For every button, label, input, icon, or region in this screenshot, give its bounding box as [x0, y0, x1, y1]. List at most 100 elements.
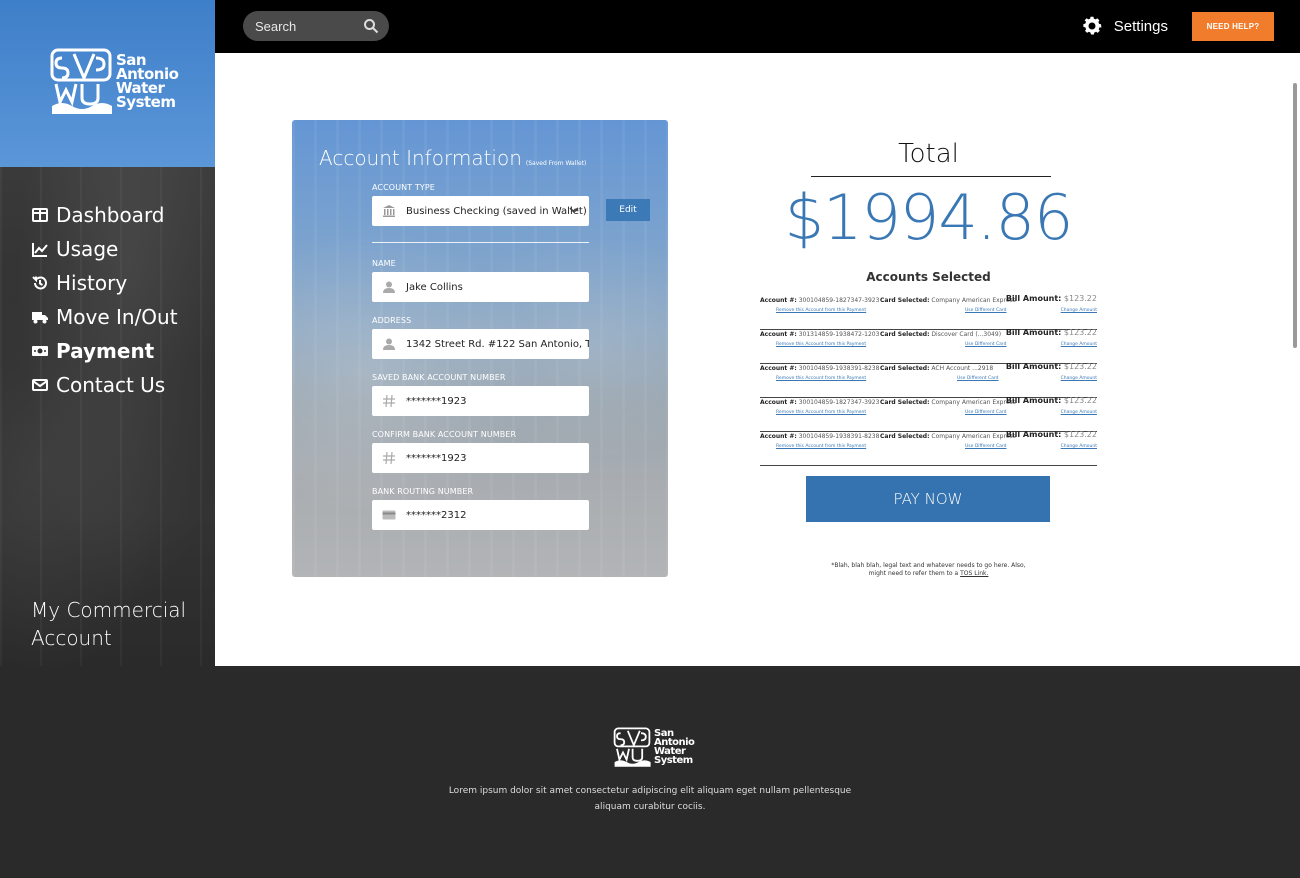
account-label-line-2: Account	[31, 626, 112, 650]
need-help-button[interactable]: NEED HELP?	[1192, 12, 1274, 41]
remove-account-link[interactable]: Remove this Account from this Payment	[776, 342, 866, 347]
main-content: Account Information (Saved From Wallet) A…	[215, 53, 1300, 666]
hash-icon	[382, 394, 396, 408]
name-label: NAME	[372, 259, 396, 268]
total-underline	[811, 176, 1051, 177]
remove-account-link[interactable]: Remove this Account from this Payment	[776, 444, 866, 449]
tos-link[interactable]: TOS Link.	[960, 570, 988, 577]
footer-text: Lorem ipsum dolor sit amet consectetur a…	[0, 783, 1300, 815]
footer-logo-text: San Antonio Water System	[654, 729, 695, 766]
envelope-icon	[32, 377, 48, 393]
bank-icon	[382, 204, 396, 218]
account-row: Account #: 300104859-1827347-3923 Card S…	[760, 294, 1097, 330]
form-divider	[372, 242, 589, 243]
sidebar-item-history[interactable]: History	[32, 266, 178, 300]
search-icon[interactable]	[363, 18, 379, 34]
logo-text: San Antonio Water System	[116, 53, 179, 111]
bill-amount: Bill Amount: $123.22	[1005, 294, 1097, 303]
sidebar-item-dashboard[interactable]: Dashboard	[32, 198, 178, 232]
use-different-card-link[interactable]: Use Different Card	[965, 308, 1007, 313]
settings-label: Settings	[1113, 17, 1168, 35]
routing-field[interactable]: *******2312	[372, 500, 589, 530]
name-field[interactable]: Jake Collins	[372, 272, 589, 302]
bill-amount: Bill Amount: $123.22	[1005, 430, 1097, 439]
settings-button[interactable]: Settings	[1080, 14, 1168, 38]
total-amount: $1994.86	[784, 181, 1074, 254]
card-selected: Card Selected: Company American Express	[880, 433, 1016, 440]
footer-line-1: Lorem ipsum dolor sit amet consectetur a…	[448, 786, 852, 796]
card-subtitle: (Saved From Wallet)	[525, 160, 587, 167]
use-different-card-link[interactable]: Use Different Card	[957, 376, 999, 381]
confirm-bank-field[interactable]: *******1923	[372, 443, 589, 473]
logo-line-4: System	[654, 755, 693, 766]
sidebar-item-move[interactable]: Move In/Out	[32, 300, 178, 334]
account-type-select[interactable]: Business Checking (saved in Wallet)	[372, 196, 589, 226]
sidebar-item-usage[interactable]: Usage	[32, 232, 178, 266]
card-title: Account Information (Saved From Wallet)	[319, 146, 586, 170]
accounts-selected-heading: Accounts Selected	[866, 270, 991, 284]
search-box	[243, 11, 389, 41]
sidebar: San Antonio Water System Dashboard Usage…	[0, 0, 215, 666]
footer-line-2: aliquam curabitur cociis.	[594, 802, 706, 812]
legal-line-2: might need to refer them to a TOS Link.	[868, 570, 989, 577]
account-number: Account #: 300104859-1827347-3923	[760, 399, 880, 406]
edit-button[interactable]: Edit	[606, 199, 650, 221]
address-value: 1342 Street Rd. #122 San Antonio, TX ...	[406, 338, 589, 350]
address-field[interactable]: 1342 Street Rd. #122 San Antonio, TX ...	[372, 329, 589, 359]
saws-logo-mark	[50, 48, 112, 114]
routing-value: *******2312	[406, 509, 467, 521]
top-bar: Settings NEED HELP?	[215, 0, 1300, 53]
change-amount-link[interactable]: Change Amount	[1061, 444, 1097, 449]
bill-amount: Bill Amount: $123.22	[1005, 328, 1097, 337]
money-icon	[32, 343, 48, 359]
user-icon	[382, 280, 396, 294]
saved-bank-value: *******1923	[406, 395, 467, 407]
search-input[interactable]	[255, 18, 355, 34]
use-different-card-link[interactable]: Use Different Card	[965, 410, 1007, 415]
account-row: Account #: 300104859-1938391-8238 Card S…	[760, 430, 1097, 466]
scrollbar[interactable]	[1293, 83, 1297, 348]
account-number: Account #: 301314859-1938472-1203	[760, 331, 880, 338]
card-selected: Card Selected: Discover Card (...3049)	[880, 331, 1002, 338]
account-type-label: ACCOUNT TYPE	[372, 183, 435, 192]
card-selected: Card Selected: Company American Express	[880, 399, 1016, 406]
address-label: ADDRESS	[372, 316, 412, 325]
name-value: Jake Collins	[406, 281, 463, 293]
account-number: Account #: 300104859-1827347-3923	[760, 297, 880, 304]
change-amount-link[interactable]: Change Amount	[1061, 342, 1097, 347]
sidebar-item-label: Payment	[56, 339, 155, 363]
card-title-text: Account Information	[319, 146, 522, 170]
sidebar-item-label: Move In/Out	[56, 305, 178, 329]
use-different-card-link[interactable]: Use Different Card	[965, 444, 1007, 449]
saved-bank-field[interactable]: *******1923	[372, 386, 589, 416]
remove-account-link[interactable]: Remove this Account from this Payment	[776, 410, 866, 415]
saved-bank-label: SAVED BANK ACCOUNT NUMBER	[372, 373, 506, 382]
footer-logo[interactable]: San Antonio Water System	[612, 726, 695, 768]
legal-text: *Blah, blah blah, legal text and whateve…	[758, 562, 1099, 578]
account-type-value: Business Checking (saved in Wallet)	[406, 205, 587, 217]
truck-icon	[32, 309, 48, 325]
card-icon	[382, 508, 396, 522]
bill-amount: Bill Amount: $123.22	[1005, 362, 1097, 371]
change-amount-link[interactable]: Change Amount	[1061, 376, 1097, 381]
sidebar-item-label: Contact Us	[56, 373, 166, 397]
use-different-card-link[interactable]: Use Different Card	[965, 342, 1007, 347]
sidebar-item-label: History	[56, 271, 128, 295]
card-selected: Card Selected: Company American Express	[880, 297, 1016, 304]
sidebar-nav: Dashboard Usage History Move In/Out Paym…	[32, 198, 178, 402]
change-amount-link[interactable]: Change Amount	[1061, 410, 1097, 415]
sidebar-item-payment[interactable]: Payment	[32, 334, 178, 368]
sidebar-item-contact[interactable]: Contact Us	[32, 368, 178, 402]
remove-account-link[interactable]: Remove this Account from this Payment	[776, 308, 866, 313]
logo-line-4: System	[116, 93, 176, 111]
bill-amount: Bill Amount: $123.22	[1005, 396, 1097, 405]
pay-now-button[interactable]: PAY NOW	[806, 476, 1050, 522]
change-amount-link[interactable]: Change Amount	[1061, 308, 1097, 313]
saws-logo[interactable]: San Antonio Water System	[48, 46, 179, 116]
remove-account-link[interactable]: Remove this Account from this Payment	[776, 376, 866, 381]
saws-logo-mark	[613, 727, 651, 767]
legal-line-1: *Blah, blah blah, legal text and whateve…	[831, 562, 1026, 569]
confirm-bank-label: CONFIRM BANK ACCOUNT NUMBER	[372, 430, 517, 439]
history-icon	[32, 275, 48, 291]
account-switcher[interactable]: My Commercial Account	[31, 596, 186, 652]
